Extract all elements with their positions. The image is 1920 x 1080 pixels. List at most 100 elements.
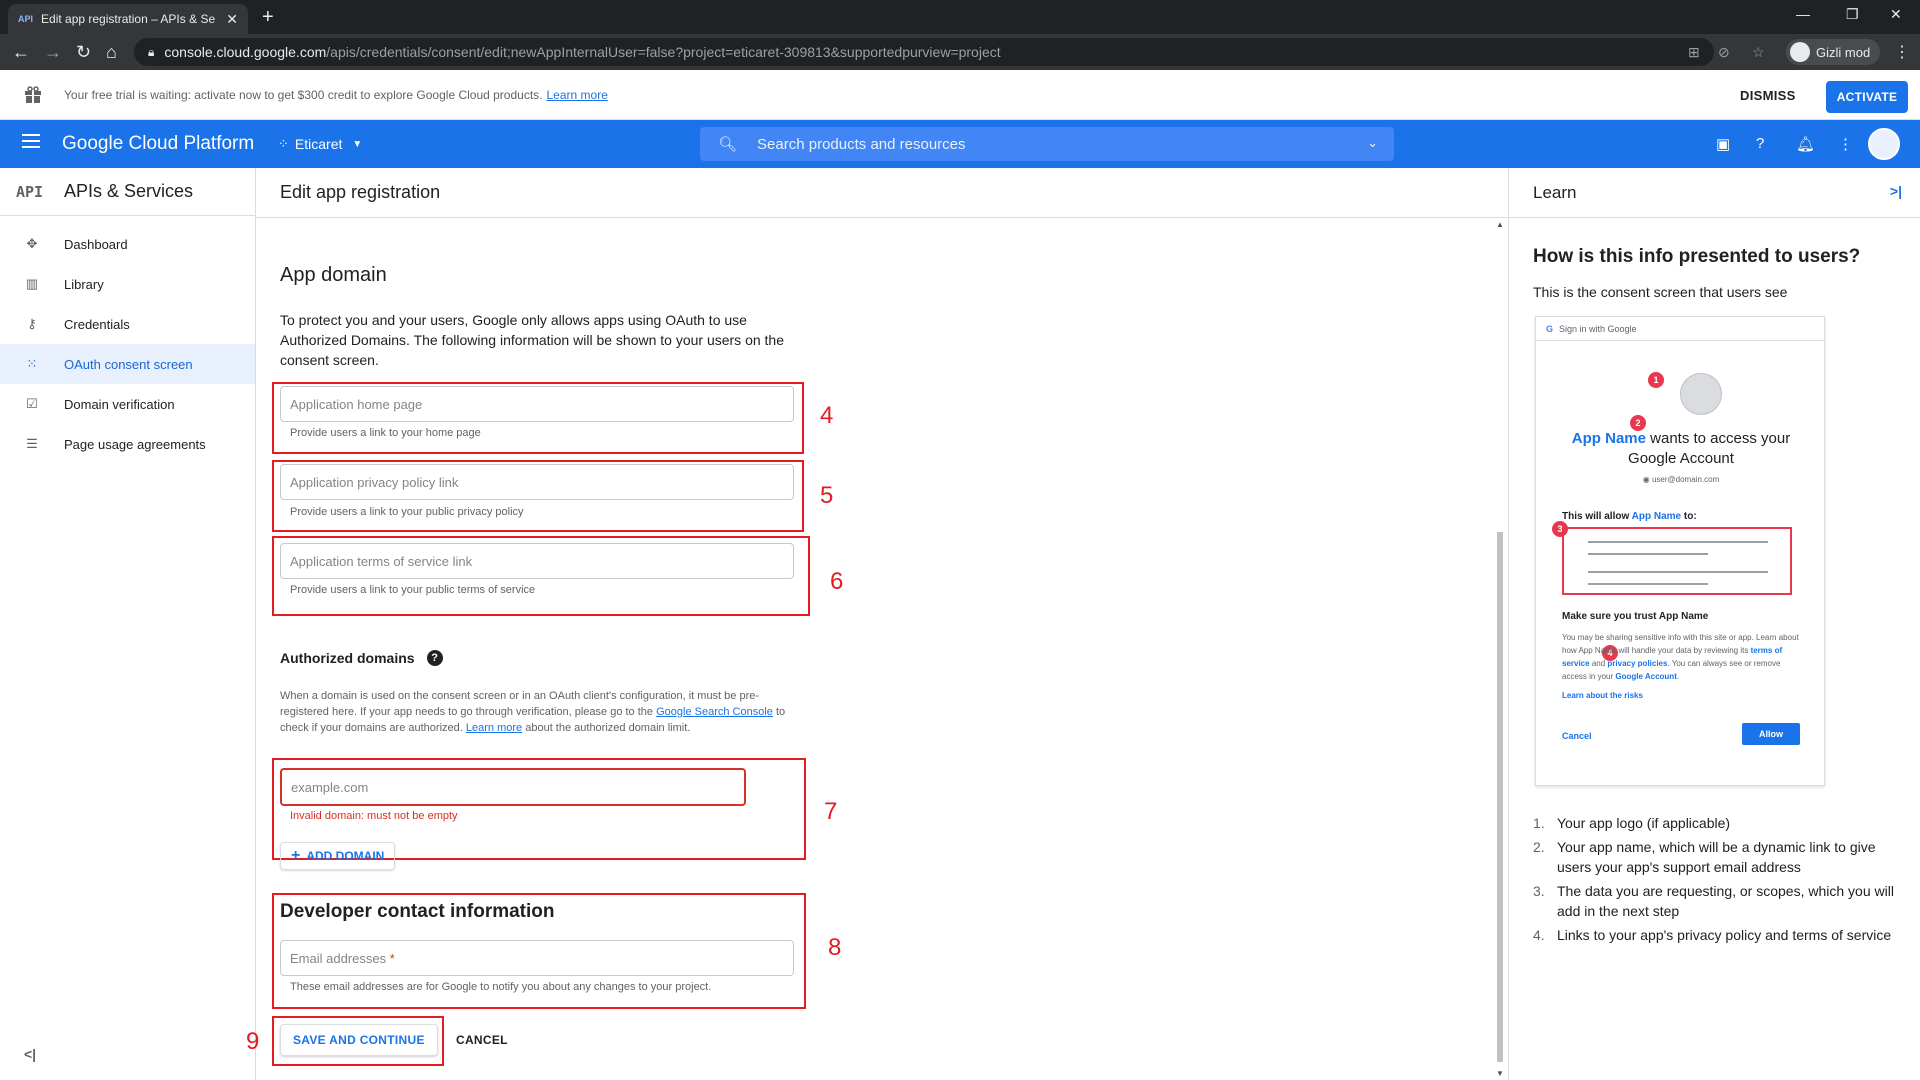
trial-text: Your free trial is waiting: activate now… xyxy=(64,88,543,102)
more-options-icon[interactable]: ⋮ xyxy=(1838,135,1853,153)
authorized-domains-heading: Authorized domains ? xyxy=(280,650,443,666)
sidebar-item-label: Domain verification xyxy=(64,396,175,412)
email-addresses-input[interactable]: Email addresses * xyxy=(280,940,794,976)
mock-app-name: App Name xyxy=(1571,430,1646,447)
required-asterisk: * xyxy=(389,950,395,966)
mock-and: and xyxy=(1591,659,1606,668)
mock-trust-description: You may be sharing sensitive info with t… xyxy=(1562,633,1799,681)
sidebar-item-label: OAuth consent screen xyxy=(64,356,193,372)
back-icon[interactable]: ← xyxy=(12,42,30,62)
incognito-icon xyxy=(1790,42,1810,62)
brand-title[interactable]: Google Cloud Platform xyxy=(62,133,254,155)
scrollbar-thumb[interactable] xyxy=(1497,532,1503,1062)
reload-icon[interactable]: ↻ xyxy=(76,42,91,62)
bookmark-star-icon[interactable]: ☆ xyxy=(1752,44,1765,61)
mock-risks-link: Learn about the risks xyxy=(1562,691,1643,700)
caret-down-icon: ▼ xyxy=(352,138,363,150)
browser-menu-icon[interactable]: ⋮ xyxy=(1894,42,1910,62)
mock-allow-suffix: to: xyxy=(1683,511,1697,522)
list-text: Your app name, which will be a dynamic l… xyxy=(1557,839,1876,875)
search-icon: 🔍︎ xyxy=(718,136,738,153)
collapse-panel-icon[interactable]: >| xyxy=(1890,183,1902,199)
sidebar-item-label: Credentials xyxy=(64,316,130,332)
sidebar-item-label: Page usage agreements xyxy=(64,436,206,452)
notifications-bell-icon[interactable]: 🔔︎ xyxy=(1796,135,1815,153)
cloud-shell-icon[interactable]: ▣ xyxy=(1716,135,1730,153)
key-icon: ⚷ xyxy=(27,316,37,331)
hamburger-menu-icon[interactable] xyxy=(22,134,40,152)
help-icon[interactable]: ? xyxy=(1756,135,1764,152)
sidebar-item-dashboard[interactable]: ✥ Dashboard xyxy=(0,224,255,264)
incognito-profile-button[interactable]: Gizli mod xyxy=(1786,39,1881,65)
email-hint: These email addresses are for Google to … xyxy=(290,981,712,993)
authorized-domains-title: Authorized domains xyxy=(280,650,415,666)
learn-subtitle: This is the consent screen that users se… xyxy=(1533,284,1788,300)
sidebar-item-oauth-consent-screen[interactable]: ⁙ OAuth consent screen xyxy=(0,344,255,384)
account-avatar[interactable] xyxy=(1868,128,1900,160)
translate-icon[interactable]: ⊞ xyxy=(1688,44,1700,61)
scope-line xyxy=(1588,571,1768,573)
minimize-icon[interactable]: — xyxy=(1796,6,1810,22)
google-search-console-link[interactable]: Google Search Console xyxy=(656,706,773,718)
mock-allow-app-name: App Name xyxy=(1631,511,1682,522)
save-and-continue-button[interactable]: SAVE AND CONTINUE xyxy=(280,1024,438,1056)
mock-privacy-link: privacy policies xyxy=(1607,659,1668,668)
project-selector[interactable]: ⁘ Eticaret ▼ xyxy=(278,136,362,152)
consent-grid-icon: ⁙ xyxy=(26,356,38,371)
home-icon[interactable]: ⌂ xyxy=(106,42,117,62)
learn-list-item: 2. Your app name, which will be a dynamic… xyxy=(1533,837,1903,877)
mock-account-link: Google Account xyxy=(1615,672,1677,681)
authorized-domain-input[interactable]: example.com xyxy=(280,768,746,806)
app-domain-heading: App domain xyxy=(280,264,387,286)
terms-of-service-input[interactable]: Application terms of service link xyxy=(280,543,794,579)
tracking-blocked-icon[interactable]: ⊘ xyxy=(1718,44,1730,61)
tab-close-icon[interactable]: ✕ xyxy=(226,11,238,28)
chevron-down-icon[interactable]: ⌄ xyxy=(1367,135,1378,151)
mock-allow-prefix: This will allow xyxy=(1562,511,1630,522)
search-input[interactable]: 🔍︎ Search products and resources ⌄ xyxy=(700,127,1394,161)
email-placeholder: Email addresses xyxy=(290,950,387,966)
trial-message: Your free trial is waiting: activate now… xyxy=(64,88,608,102)
sidebar-item-credentials[interactable]: ⚷ Credentials xyxy=(0,304,255,344)
activate-button[interactable]: ACTIVATE xyxy=(1826,81,1908,113)
mock-header: G Sign in with Google xyxy=(1536,317,1824,341)
sidebar-header: API APIs & Services xyxy=(0,168,255,216)
privacy-policy-placeholder: Application privacy policy link xyxy=(290,474,459,490)
page-title: Edit app registration xyxy=(256,168,1508,218)
learn-list-item: 4. Links to your app's privacy policy and… xyxy=(1533,925,1903,945)
main-scrollbar[interactable]: ▲ ▼ xyxy=(1492,220,1508,1078)
sidebar-item-page-usage-agreements[interactable]: ☰ Page usage agreements xyxy=(0,424,255,464)
cancel-button[interactable]: CANCEL xyxy=(456,1024,508,1056)
dismiss-button[interactable]: DISMISS xyxy=(1740,88,1796,103)
scroll-up-icon[interactable]: ▲ xyxy=(1496,220,1504,229)
lock-icon: 🔒︎ xyxy=(148,44,155,59)
url-host: console.cloud.google.com xyxy=(164,44,327,60)
app-logo-placeholder xyxy=(1680,373,1722,415)
new-tab-icon[interactable]: + xyxy=(262,6,274,29)
browser-tab[interactable]: API Edit app registration – APIs & Se ✕ xyxy=(8,4,248,34)
sidebar-item-library[interactable]: ▥ Library xyxy=(0,264,255,304)
marker-1: 1 xyxy=(1648,372,1664,388)
annotation-number-7: 7 xyxy=(824,798,838,825)
add-domain-button[interactable]: + ADD DOMAIN xyxy=(280,842,396,870)
sidebar-item-domain-verification[interactable]: ☑ Domain verification xyxy=(0,384,255,424)
mock-email: ◉ user@domain.com xyxy=(1642,475,1720,484)
collapse-sidebar-icon[interactable]: <| xyxy=(24,1046,36,1062)
trial-learn-more-link[interactable]: Learn more xyxy=(547,88,608,102)
restore-icon[interactable]: ❐ xyxy=(1846,6,1859,23)
annotation-number-6: 6 xyxy=(830,568,844,595)
annotation-number-8: 8 xyxy=(828,934,842,961)
scroll-down-icon[interactable]: ▼ xyxy=(1496,1069,1504,1078)
home-page-input[interactable]: Application home page xyxy=(280,386,794,422)
url-input[interactable]: 🔒︎ console.cloud.google.com/apis/credent… xyxy=(134,38,1714,66)
list-number: 1. xyxy=(1533,815,1545,831)
mock-wants-text: wants to access your xyxy=(1650,430,1791,447)
gcp-header: Google Cloud Platform ⁘ Eticaret ▼ 🔍︎ Se… xyxy=(0,120,1920,168)
help-circle-icon[interactable]: ? xyxy=(426,650,443,666)
privacy-policy-input[interactable]: Application privacy policy link xyxy=(280,464,794,500)
learn-more-link[interactable]: Learn more xyxy=(466,722,522,734)
learn-list-item: 3. The data you are requesting, or scopes… xyxy=(1533,881,1903,921)
window-close-icon[interactable]: ✕ xyxy=(1890,6,1902,23)
auth-desc-part3: about the authorized domain limit. xyxy=(525,722,691,734)
forward-icon[interactable]: → xyxy=(44,42,62,62)
